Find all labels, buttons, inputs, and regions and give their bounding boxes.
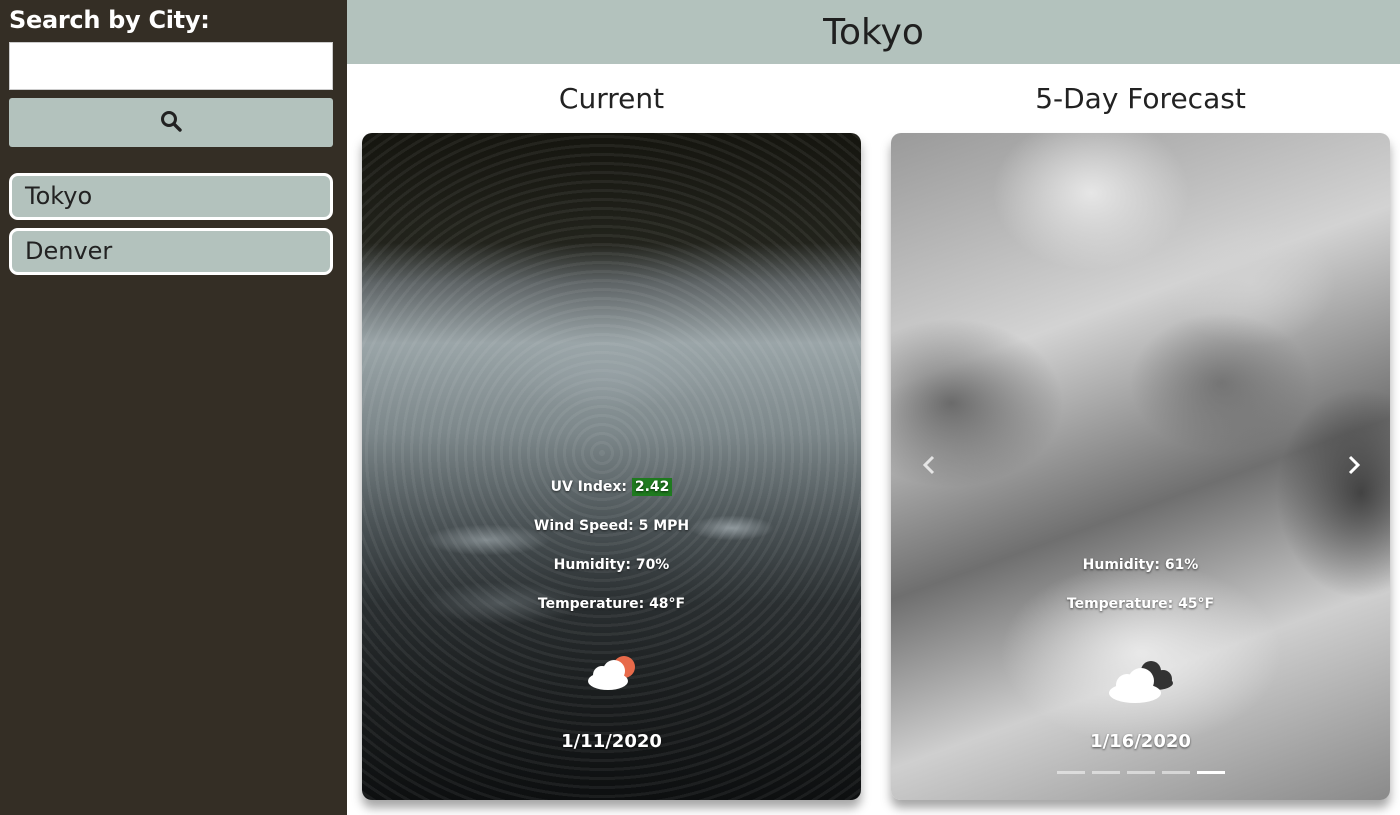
carousel-indicator[interactable] bbox=[1196, 771, 1225, 774]
search-label: Search by City: bbox=[9, 6, 210, 34]
partly-cloudy-icon bbox=[584, 653, 640, 697]
forecast-title: 5-Day Forecast bbox=[1035, 82, 1246, 115]
forecast-temperature: Temperature: 45°F bbox=[1066, 596, 1215, 612]
current-title: Current bbox=[558, 82, 665, 115]
wind-speed: Wind Speed: 5 MPH bbox=[533, 518, 690, 534]
city-title: Tokyo bbox=[823, 11, 924, 53]
carousel-indicator[interactable] bbox=[1126, 771, 1155, 774]
city-header: Tokyo bbox=[347, 0, 1400, 64]
sidebar: Search by City: Tokyo Denver bbox=[0, 0, 347, 815]
search-button[interactable] bbox=[9, 98, 333, 147]
forecast-humidity: Humidity: 61% bbox=[1082, 557, 1199, 573]
carousel-indicator[interactable] bbox=[1056, 771, 1085, 774]
carousel-next-button[interactable] bbox=[1342, 453, 1366, 481]
history-item-denver[interactable]: Denver bbox=[9, 228, 333, 275]
carousel-indicator[interactable] bbox=[1091, 771, 1120, 774]
uv-index: UV Index: 2.42 bbox=[362, 478, 861, 496]
carousel-indicator[interactable] bbox=[1161, 771, 1190, 774]
forecast-carousel: Humidity: 61% Temperature: 45°F 1/16/202… bbox=[891, 133, 1390, 800]
temperature: Temperature: 48°F bbox=[537, 596, 686, 612]
current-date: 1/11/2020 bbox=[561, 731, 662, 752]
carousel-prev-button[interactable] bbox=[917, 453, 941, 481]
cloudy-icon bbox=[1105, 657, 1177, 709]
search-icon bbox=[159, 109, 183, 136]
current-weather-card: UV Index: 2.42 Wind Speed: 5 MPH Humidit… bbox=[362, 133, 861, 800]
chevron-left-icon bbox=[922, 454, 936, 480]
history-item-tokyo[interactable]: Tokyo bbox=[9, 173, 333, 220]
forecast-date: 1/16/2020 bbox=[1090, 731, 1191, 752]
humidity: Humidity: 70% bbox=[553, 557, 670, 573]
uv-index-label: UV Index: bbox=[550, 479, 627, 495]
search-input[interactable] bbox=[9, 42, 333, 90]
uv-index-value: 2.42 bbox=[631, 478, 673, 496]
chevron-right-icon bbox=[1347, 454, 1361, 480]
carousel-indicators bbox=[891, 771, 1390, 774]
